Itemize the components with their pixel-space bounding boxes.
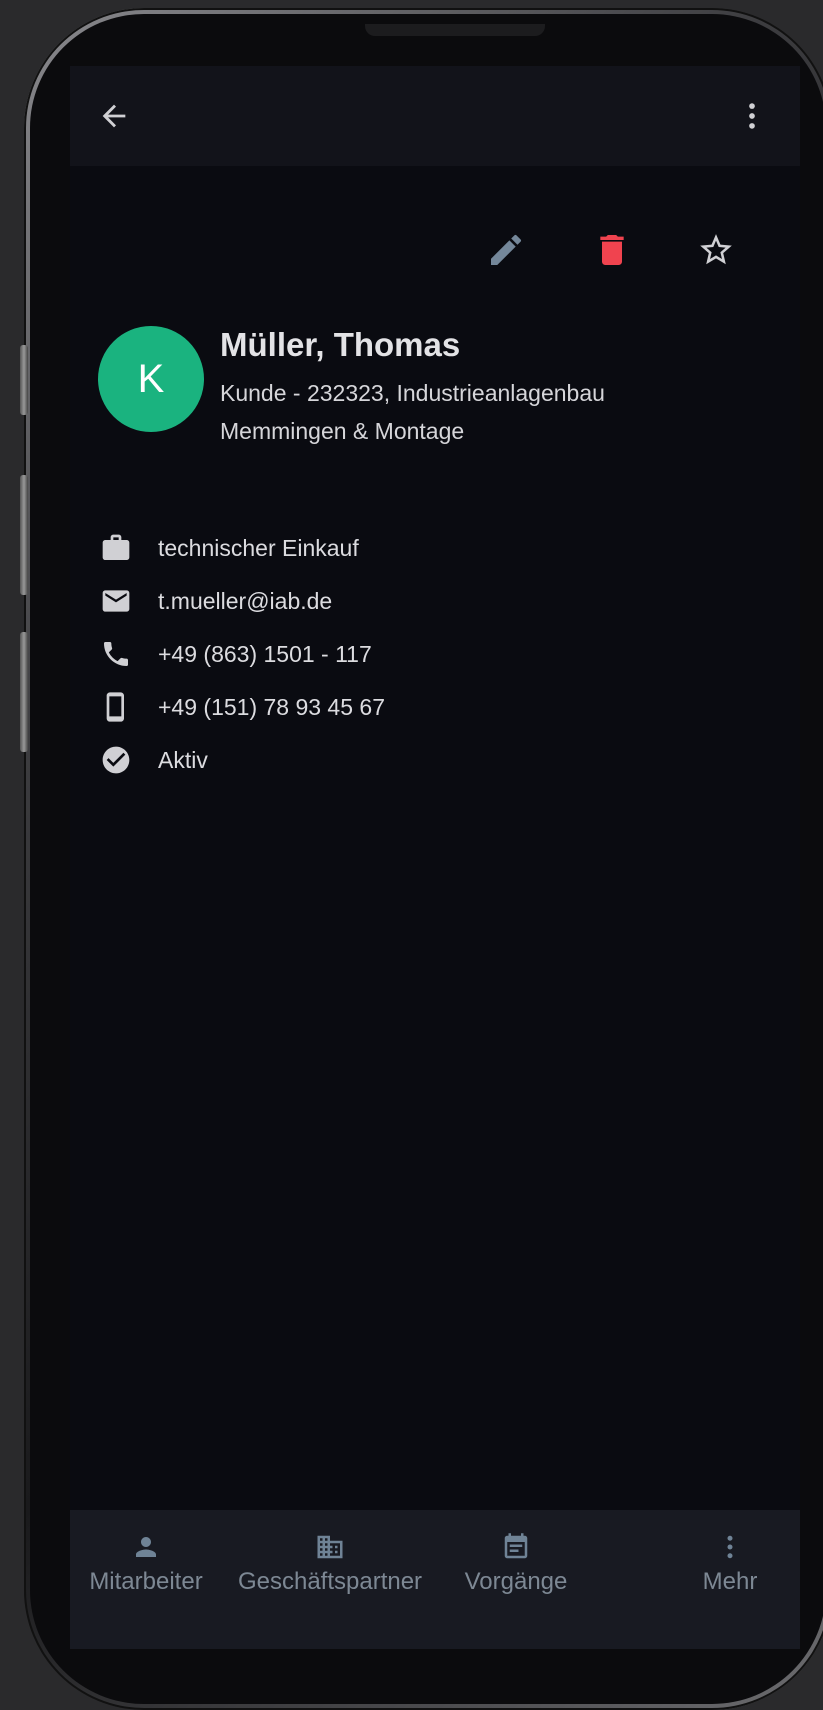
trash-icon [600, 235, 624, 265]
calendar-icon [499, 1530, 533, 1564]
detail-phone-text: +49 (863) 1501 - 117 [158, 640, 372, 667]
contact-name: Müller, Thomas [220, 326, 461, 363]
arrow-back-icon [102, 104, 126, 128]
phone-volume-up-button [20, 475, 28, 595]
mobile-icon [98, 689, 134, 725]
detail-email[interactable]: t.mueller@iab.de [98, 581, 698, 621]
avatar: K [98, 326, 204, 432]
detail-position: technischer Einkauf [98, 528, 698, 568]
favorite-button[interactable] [686, 220, 746, 280]
star-outline-icon [700, 234, 732, 265]
detail-email-text: t.mueller@iab.de [158, 587, 333, 614]
detail-mobile-text: +49 (151) 78 93 45 67 [158, 693, 385, 720]
nav-item-geschaeftspartner[interactable]: Geschäftspartner [222, 1530, 438, 1596]
detail-mobile[interactable]: +49 (151) 78 93 45 67 [98, 687, 698, 727]
phone-notch [365, 24, 545, 36]
edit-button[interactable] [476, 220, 536, 280]
person-icon [129, 1530, 163, 1564]
check-circle-icon [98, 742, 134, 778]
avatar-initial: K [137, 356, 165, 401]
more-vert-icon [749, 103, 755, 129]
detail-status: Aktiv [98, 740, 698, 780]
nav-label-mitarbeiter: Mitarbeiter [89, 1568, 203, 1595]
app-screen: K Müller, Thomas Kunde - 232323, Industr… [70, 66, 800, 1649]
building-icon [313, 1530, 347, 1564]
detail-phone[interactable]: +49 (863) 1501 - 117 [98, 634, 698, 674]
mail-icon [98, 583, 134, 619]
detail-status-text: Aktiv [158, 746, 208, 773]
phone-icon [98, 636, 134, 672]
phone-mute-switch [20, 345, 28, 415]
detail-position-text: technischer Einkauf [158, 534, 359, 561]
nav-label-mehr: Mehr [702, 1568, 758, 1595]
nav-label-geschaeftspartner: Geschäftspartner [237, 1568, 423, 1595]
back-button[interactable] [86, 88, 142, 144]
nav-item-vorgaenge[interactable]: Vorgänge [448, 1530, 584, 1596]
app-bar [70, 66, 800, 166]
bottom-navigation: Mitarbeiter Geschäftspartner Vorgänge Me… [70, 1510, 800, 1649]
nav-label-vorgaenge: Vorgänge [464, 1568, 568, 1595]
briefcase-icon [98, 530, 134, 566]
more-vert-icon [713, 1530, 747, 1564]
nav-item-mitarbeiter[interactable]: Mitarbeiter [78, 1530, 214, 1596]
contact-subtitle: Kunde - 232323, Industrieanlagenbau Memm… [220, 380, 605, 444]
delete-button[interactable] [582, 220, 642, 280]
phone-volume-down-button [20, 632, 28, 752]
nav-item-mehr[interactable]: Mehr [682, 1530, 778, 1596]
overflow-menu-button[interactable] [724, 88, 780, 144]
pencil-icon [491, 234, 522, 265]
